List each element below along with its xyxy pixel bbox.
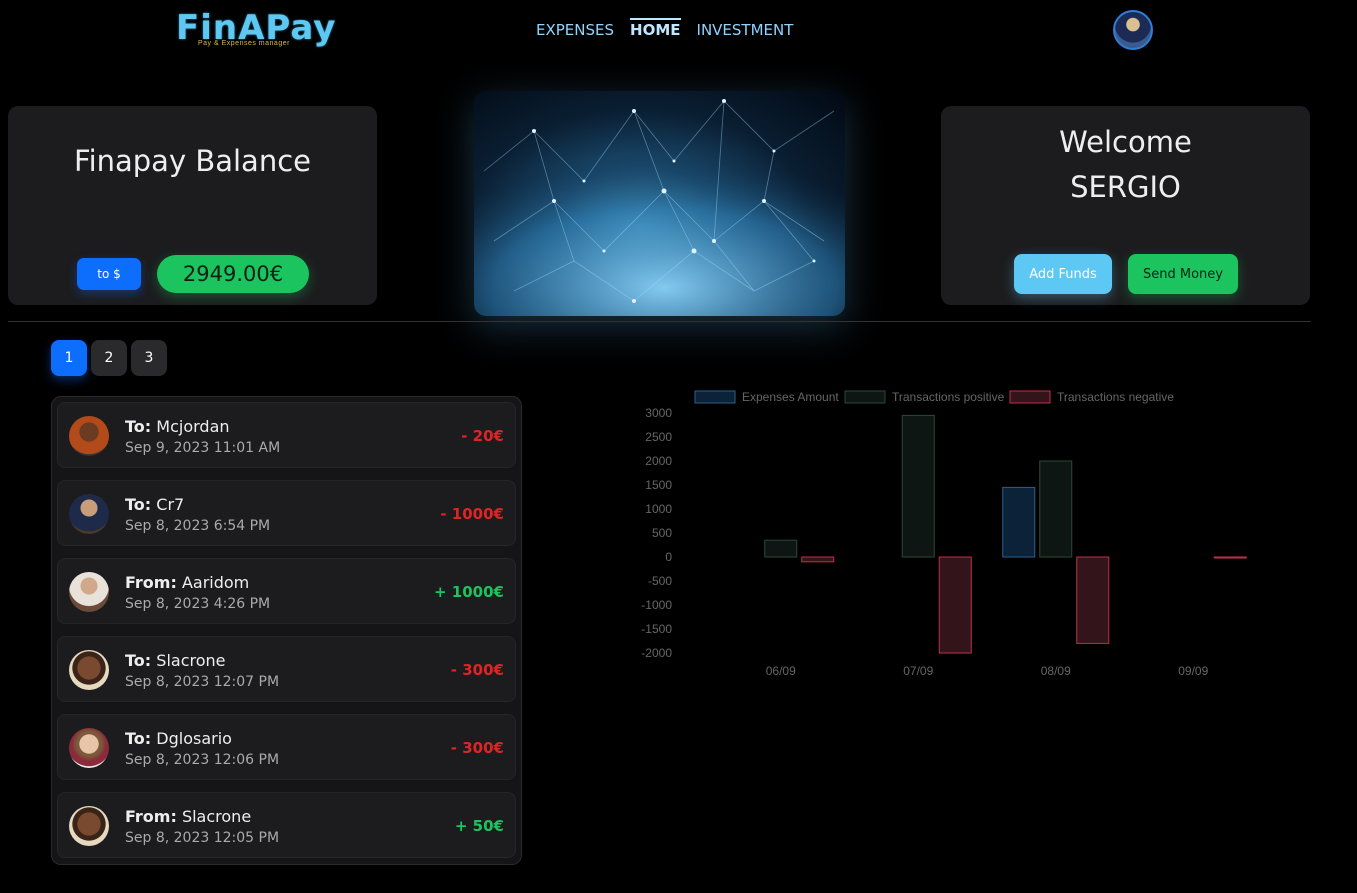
welcome-message: Welcome SERGIO xyxy=(941,120,1310,210)
nav-investment[interactable]: INVESTMENT xyxy=(697,18,794,39)
contact-avatar xyxy=(69,728,109,768)
y-tick-label: 1500 xyxy=(645,478,672,492)
x-tick-label: 07/09 xyxy=(903,664,933,678)
contact-avatar xyxy=(69,416,109,456)
transaction-party: From: Slacrone xyxy=(125,807,251,826)
y-tick-label: 2000 xyxy=(645,454,672,468)
transaction-name: Slacrone xyxy=(156,651,226,670)
nav-home[interactable]: HOME xyxy=(630,18,681,39)
legend-label: Transactions negative xyxy=(1057,390,1174,404)
transaction-item[interactable]: To: Mcjordan Sep 9, 2023 11:01 AM - 20€ xyxy=(57,402,516,468)
transaction-name: Aaridom xyxy=(181,573,250,592)
bar-transactions-positive xyxy=(1039,460,1073,558)
transaction-amount: + 1000€ xyxy=(434,583,504,601)
globe-network-image xyxy=(474,91,845,316)
convert-currency-button[interactable]: to $ xyxy=(77,258,141,290)
logo-tagline: Pay & Expenses manager xyxy=(198,40,290,47)
y-tick-label: 2500 xyxy=(645,430,672,444)
legend-swatch xyxy=(694,390,736,404)
transaction-date: Sep 8, 2023 12:05 PM xyxy=(125,830,280,846)
y-tick-label: 3000 xyxy=(645,406,672,420)
contact-avatar xyxy=(69,572,109,612)
bar-transactions-positive xyxy=(764,539,798,558)
transaction-date: Sep 8, 2023 12:07 PM xyxy=(125,674,280,690)
transaction-item[interactable]: To: Cr7 Sep 8, 2023 6:54 PM - 1000€ xyxy=(57,480,516,546)
transaction-amount: - 20€ xyxy=(461,427,504,445)
transaction-amount: - 1000€ xyxy=(440,505,504,523)
transaction-item[interactable]: To: Slacrone Sep 8, 2023 12:07 PM - 300€ xyxy=(57,636,516,702)
balance-amount: 2949.00€ xyxy=(157,255,309,293)
transaction-party: To: Slacrone xyxy=(125,651,225,670)
transactions-list: To: Mcjordan Sep 9, 2023 11:01 AM - 20€ … xyxy=(51,396,522,865)
transaction-item[interactable]: To: Dglosario Sep 8, 2023 12:06 PM - 300… xyxy=(57,714,516,780)
main-nav: EXPENSES HOME INVESTMENT xyxy=(536,18,793,39)
transaction-direction: To: xyxy=(125,651,152,670)
x-tick-label: 06/09 xyxy=(766,664,796,678)
transaction-party: To: Mcjordan xyxy=(125,417,230,436)
contact-avatar xyxy=(69,494,109,534)
add-funds-button[interactable]: Add Funds xyxy=(1014,254,1112,294)
nav-expenses[interactable]: EXPENSES xyxy=(536,18,614,39)
welcome-line: Welcome xyxy=(1059,125,1192,159)
section-divider xyxy=(8,321,1311,322)
y-tick-label: -1000 xyxy=(641,598,672,612)
y-tick-label: -2000 xyxy=(641,646,672,660)
transaction-direction: From: xyxy=(125,573,177,592)
welcome-username: SERGIO xyxy=(1070,170,1181,204)
transaction-direction: To: xyxy=(125,729,152,748)
finapay-logo[interactable]: FinAPay Pay & Expenses manager xyxy=(176,8,335,50)
bar-expenses-amount xyxy=(1002,486,1036,558)
page-button-3[interactable]: 3 xyxy=(131,340,167,376)
bar-transactions-negative xyxy=(1213,556,1247,559)
transaction-name: Dglosario xyxy=(156,729,232,748)
transaction-party: To: Dglosario xyxy=(125,729,232,748)
legend-swatch xyxy=(844,390,886,404)
bar-transactions-positive xyxy=(901,414,935,558)
transaction-direction: From: xyxy=(125,807,177,826)
transaction-amount: + 50€ xyxy=(454,817,504,835)
transaction-direction: To: xyxy=(125,495,152,514)
y-tick-label: 500 xyxy=(652,526,672,540)
contact-avatar xyxy=(69,806,109,846)
welcome-card: Welcome SERGIO Add Funds Send Money xyxy=(941,106,1310,305)
transaction-item[interactable]: From: Slacrone Sep 8, 2023 12:05 PM + 50… xyxy=(57,792,516,858)
transaction-name: Mcjordan xyxy=(156,417,230,436)
x-tick-label: 08/09 xyxy=(1041,664,1071,678)
transaction-name: Cr7 xyxy=(156,495,185,514)
send-money-button[interactable]: Send Money xyxy=(1128,254,1238,294)
y-tick-label: -500 xyxy=(648,574,672,588)
legend-label: Expenses Amount xyxy=(742,390,839,404)
transaction-direction: To: xyxy=(125,417,152,436)
transaction-date: Sep 8, 2023 12:06 PM xyxy=(125,752,280,768)
legend-label: Transactions positive xyxy=(892,390,1005,404)
user-avatar[interactable] xyxy=(1113,10,1153,50)
contact-avatar xyxy=(69,650,109,690)
transaction-party: To: Cr7 xyxy=(125,495,184,514)
expenses-chart: Expenses Amount Transactions positive Tran… xyxy=(641,390,1247,678)
balance-title: Finapay Balance xyxy=(74,144,311,178)
y-tick-label: 0 xyxy=(665,550,672,564)
page-button-1[interactable]: 1 xyxy=(51,340,87,376)
bar-transactions-negative xyxy=(1076,556,1110,644)
transactions-pagination: 1 2 3 xyxy=(51,340,167,376)
page-button-2[interactable]: 2 xyxy=(91,340,127,376)
transaction-name: Slacrone xyxy=(181,807,252,826)
balance-card: Finapay Balance to $ 2949.00€ xyxy=(8,106,377,305)
bar-transactions-negative xyxy=(801,556,835,563)
x-tick-label: 09/09 xyxy=(1178,664,1208,678)
transaction-date: Sep 9, 2023 11:01 AM xyxy=(125,440,281,456)
legend-swatch xyxy=(1009,390,1051,404)
transaction-party: From: Aaridom xyxy=(125,573,249,592)
transaction-date: Sep 8, 2023 6:54 PM xyxy=(125,518,271,534)
transaction-amount: - 300€ xyxy=(450,739,504,757)
y-tick-label: 1000 xyxy=(645,502,672,516)
transaction-amount: - 300€ xyxy=(450,661,504,679)
transaction-item[interactable]: From: Aaridom Sep 8, 2023 4:26 PM + 1000… xyxy=(57,558,516,624)
transaction-date: Sep 8, 2023 4:26 PM xyxy=(125,596,271,612)
y-tick-label: -1500 xyxy=(641,622,672,636)
bar-transactions-negative xyxy=(938,556,972,654)
